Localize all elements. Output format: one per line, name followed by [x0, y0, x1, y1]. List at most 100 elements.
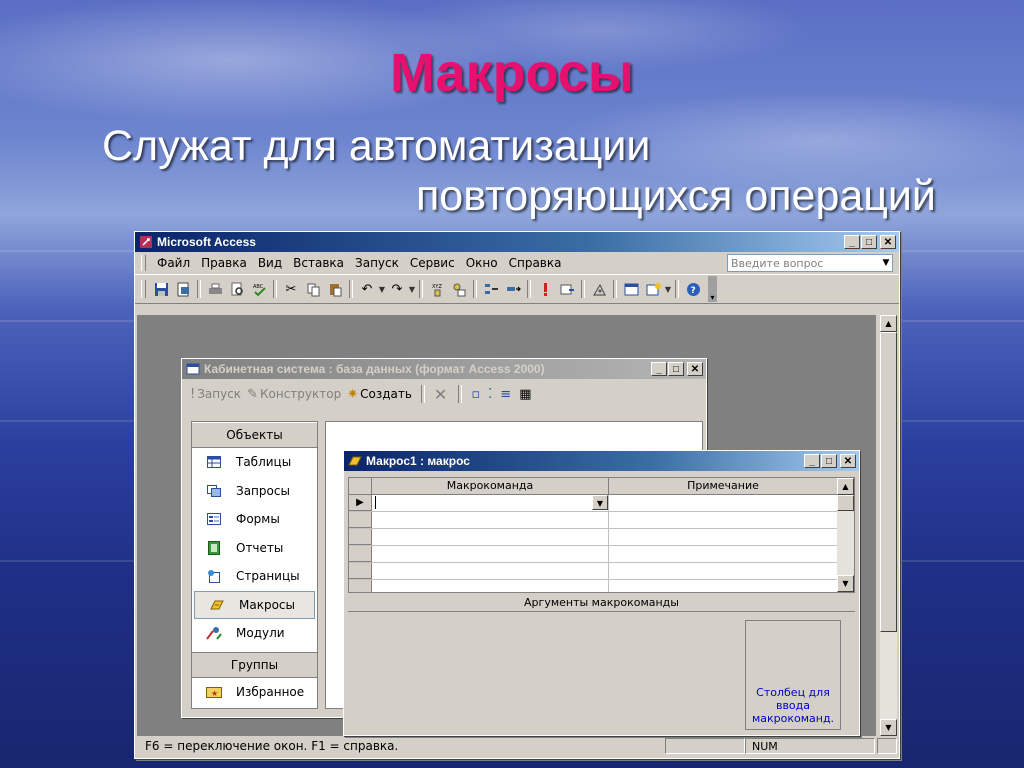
- db-minimize-button[interactable]: _: [651, 362, 667, 376]
- objects-panel: Объекты Таблицы Запросы Формы Отчеты Стр…: [191, 421, 318, 709]
- redo-icon[interactable]: ↷: [386, 278, 408, 300]
- toolbar-options-icon[interactable]: ▾: [708, 276, 717, 302]
- help-icon[interactable]: ?: [682, 278, 704, 300]
- cut-icon[interactable]: ✂: [280, 278, 302, 300]
- build-icon[interactable]: [588, 278, 610, 300]
- macro-names-icon[interactable]: XYZ: [426, 278, 448, 300]
- save-icon[interactable]: [150, 278, 172, 300]
- current-row-icon[interactable]: ▶: [349, 495, 372, 511]
- single-step-icon[interactable]: [556, 278, 578, 300]
- report-icon: [206, 540, 222, 556]
- hint-box: Столбец для ввода макрокоманд.: [745, 620, 841, 730]
- undo-dropdown-icon[interactable]: ▼: [378, 285, 386, 294]
- access-title: Microsoft Access: [157, 235, 256, 249]
- slide-title: Макросы: [389, 43, 635, 103]
- redo-dropdown-icon[interactable]: ▼: [408, 285, 416, 294]
- undo-icon[interactable]: ↶: [356, 278, 378, 300]
- object-forms[interactable]: Формы: [192, 505, 317, 534]
- action-cell[interactable]: ▼: [372, 495, 609, 511]
- object-pages[interactable]: Страницы: [192, 562, 317, 591]
- menu-file[interactable]: Файл: [154, 256, 198, 270]
- menu-tools[interactable]: Сервис: [407, 256, 463, 270]
- menu-grip[interactable]: [141, 255, 146, 271]
- grid-scroll-thumb[interactable]: [837, 495, 854, 511]
- ask-question-box[interactable]: Введите вопрос ▼: [727, 254, 893, 272]
- table-row[interactable]: [349, 529, 854, 546]
- column-comment[interactable]: Примечание: [609, 478, 838, 494]
- menu-insert[interactable]: Вставка: [290, 256, 352, 270]
- db-close-button[interactable]: ✕: [687, 362, 703, 376]
- table-row[interactable]: ▶ ▼: [349, 495, 854, 512]
- menu-run[interactable]: Запуск: [352, 256, 407, 270]
- comment-cell[interactable]: [609, 495, 838, 511]
- macro-minimize-button[interactable]: _: [804, 454, 820, 468]
- table-row[interactable]: [349, 563, 854, 580]
- group-favorites[interactable]: ★ Избранное: [192, 678, 317, 707]
- menu-window[interactable]: Окно: [463, 256, 506, 270]
- access-titlebar[interactable]: Microsoft Access _ □ ✕: [135, 232, 899, 252]
- objects-header[interactable]: Объекты: [192, 422, 317, 448]
- macro-grid-header: Макрокоманда Примечание: [349, 478, 854, 495]
- column-action[interactable]: Макрокоманда: [372, 478, 609, 494]
- groups-header[interactable]: Группы: [192, 651, 317, 678]
- grid-scroll-up-icon[interactable]: ▲: [837, 478, 854, 495]
- table-row[interactable]: [349, 580, 854, 592]
- object-macros[interactable]: Макросы: [194, 590, 315, 619]
- db-maximize-button[interactable]: □: [668, 362, 684, 376]
- design-icon: ✎: [247, 386, 258, 402]
- workspace-scrollbar[interactable]: ▲ ▼: [880, 315, 897, 736]
- macro-maximize-button[interactable]: □: [821, 454, 837, 468]
- create-button[interactable]: ✷ Создать: [347, 387, 412, 402]
- slide-subtitle-line2: повторяющихся операций: [416, 172, 936, 220]
- database-titlebar[interactable]: Кабинетная система : база данных (формат…: [182, 359, 706, 379]
- run-macro-icon[interactable]: [534, 278, 556, 300]
- database-toolbar: ! Запуск ✎ Конструктор ✷ Создать ✕ ▫ ⁚ ≡ ▦: [182, 379, 706, 409]
- design-button[interactable]: ✎ Конструктор: [247, 387, 341, 402]
- grid-scroll-down-icon[interactable]: ▼: [837, 575, 854, 592]
- toolbar-grip[interactable]: [141, 280, 146, 298]
- macro-icon: [348, 454, 362, 468]
- object-tables[interactable]: Таблицы: [192, 448, 317, 477]
- num-lock-indicator: NUM: [745, 738, 875, 754]
- spelling-icon[interactable]: ABC: [248, 278, 270, 300]
- scroll-thumb[interactable]: [880, 332, 897, 632]
- scroll-down-icon[interactable]: ▼: [880, 719, 897, 736]
- run-button[interactable]: ! Запуск: [190, 387, 241, 402]
- conditions-icon[interactable]: [448, 278, 470, 300]
- new-object-dropdown-icon[interactable]: ▼: [664, 285, 672, 294]
- large-icons-view-icon[interactable]: ▫: [471, 387, 480, 402]
- menu-help[interactable]: Справка: [506, 256, 570, 270]
- macro-close-button[interactable]: ✕: [840, 454, 856, 468]
- print-preview-icon[interactable]: [226, 278, 248, 300]
- action-dropdown-icon[interactable]: ▼: [592, 495, 608, 510]
- object-queries[interactable]: Запросы: [192, 477, 317, 506]
- delete-rows-icon[interactable]: [502, 278, 524, 300]
- details-view-icon[interactable]: ▦: [519, 387, 531, 402]
- menu-view[interactable]: Вид: [255, 256, 290, 270]
- table-row[interactable]: [349, 546, 854, 563]
- macro-titlebar[interactable]: Макрос1 : макрос _ □ ✕: [344, 451, 859, 471]
- scroll-up-icon[interactable]: ▲: [880, 315, 897, 332]
- minimize-button[interactable]: _: [844, 235, 860, 249]
- menu-edit[interactable]: Правка: [198, 256, 255, 270]
- small-icons-view-icon[interactable]: ⁚: [488, 387, 492, 402]
- close-button[interactable]: ✕: [880, 235, 896, 249]
- chevron-down-icon[interactable]: ▼: [880, 258, 892, 268]
- paste-icon[interactable]: [324, 278, 346, 300]
- maximize-button[interactable]: □: [861, 235, 877, 249]
- grid-scrollbar[interactable]: ▲ ▼: [837, 478, 854, 592]
- new-object-icon[interactable]: [642, 278, 664, 300]
- page-icon: [206, 568, 222, 584]
- table-row[interactable]: [349, 512, 854, 529]
- insert-rows-icon[interactable]: [480, 278, 502, 300]
- object-reports[interactable]: Отчеты: [192, 534, 317, 563]
- database-window-icon[interactable]: [620, 278, 642, 300]
- copy-icon[interactable]: [302, 278, 324, 300]
- svg-text:ABC: ABC: [253, 284, 264, 290]
- object-modules[interactable]: Модули: [192, 619, 317, 648]
- print-icon[interactable]: [204, 278, 226, 300]
- new-document-icon[interactable]: [172, 278, 194, 300]
- delete-icon[interactable]: ✕: [434, 385, 447, 404]
- list-view-icon[interactable]: ≡: [500, 387, 511, 402]
- macro-title: Макрос1 : макрос: [366, 454, 470, 468]
